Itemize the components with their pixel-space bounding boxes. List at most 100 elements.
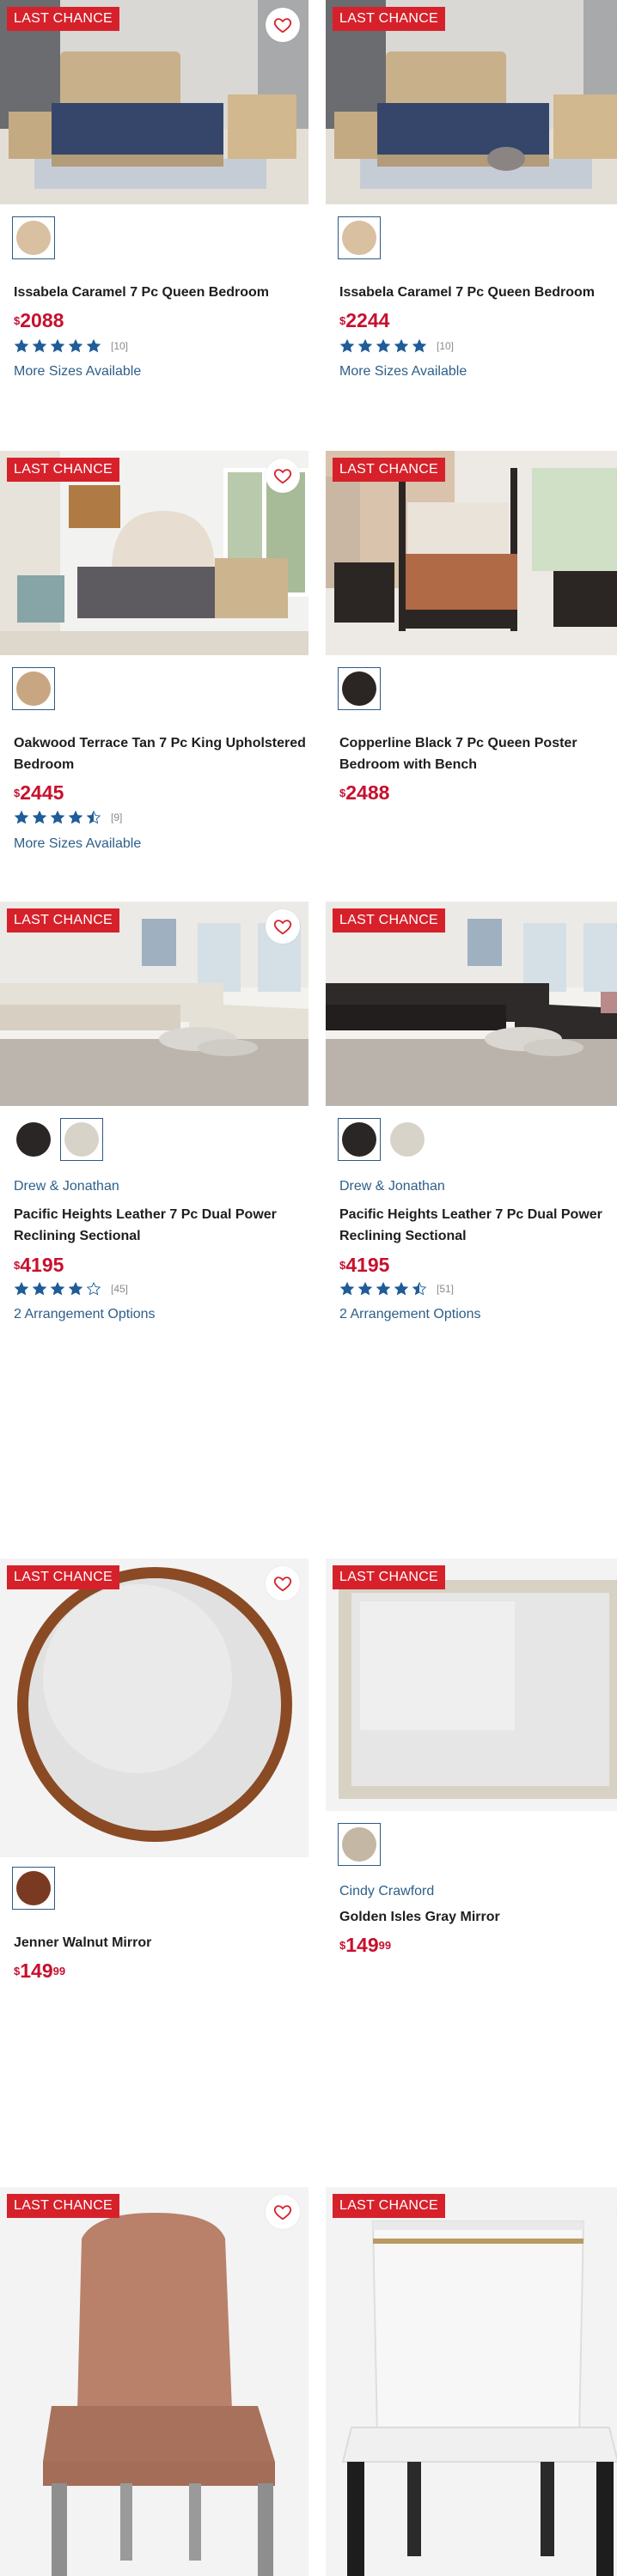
product-image[interactable]: LAST CHANCE — [326, 451, 617, 655]
wishlist-heart-icon[interactable] — [266, 2195, 300, 2229]
last-chance-badge: LAST CHANCE — [7, 7, 120, 31]
wishlist-heart-icon[interactable] — [266, 8, 300, 42]
star-icon — [86, 338, 101, 353]
more-sizes-link[interactable]: More Sizes Available — [14, 364, 141, 380]
wishlist-heart-icon[interactable] — [266, 909, 300, 944]
star-rating: [9] — [14, 810, 122, 825]
product-image[interactable]: LAST CHANCE — [326, 902, 617, 1106]
product-image[interactable]: LAST CHANCE — [0, 902, 308, 1106]
star-rating: [10] — [14, 338, 128, 354]
product-image[interactable]: LAST CHANCE — [0, 1558, 308, 1857]
product-card[interactable]: LAST CHANCE Oakwood Terrace Tan 7 Pc Kin… — [0, 451, 308, 851]
last-chance-badge: LAST CHANCE — [333, 908, 446, 933]
product-card[interactable]: LAST CHANCE Drew & Jonathan Pacific Heig… — [326, 902, 617, 1321]
last-chance-badge: LAST CHANCE — [333, 2194, 446, 2218]
star-icon — [50, 338, 65, 353]
product-card[interactable]: LAST CHANCE Copperline Black 7 Pc Queen … — [326, 451, 617, 804]
product-price: $2445 — [14, 781, 64, 804]
product-image[interactable]: LAST CHANCE — [0, 0, 308, 204]
star-icon — [376, 1281, 391, 1296]
last-chance-badge: LAST CHANCE — [7, 458, 120, 482]
last-chance-badge: LAST CHANCE — [7, 908, 120, 933]
review-count[interactable]: [9] — [111, 811, 122, 823]
product-image[interactable]: LAST CHANCE — [326, 0, 617, 204]
color-swatches — [12, 1118, 103, 1161]
product-image[interactable]: LAST CHANCE — [326, 1558, 617, 1811]
color-swatches — [12, 216, 55, 259]
product-title[interactable]: Issabela Caramel 7 Pc Queen Bedroom — [14, 282, 310, 303]
brand-name[interactable]: Drew & Jonathan — [339, 1179, 445, 1194]
color-swatch[interactable] — [338, 1118, 381, 1161]
color-swatches — [338, 667, 381, 710]
product-card[interactable]: LAST CHANCE — [0, 2187, 308, 2576]
product-price: $2088 — [14, 309, 64, 331]
star-icon — [412, 338, 427, 353]
star-icon — [86, 1281, 101, 1296]
star-icon — [14, 338, 29, 353]
star-icon — [32, 810, 47, 824]
more-sizes-link[interactable]: More Sizes Available — [14, 836, 141, 852]
product-card[interactable]: LAST CHANCE Drew & Jonathan Pacific Heig… — [0, 902, 308, 1321]
color-swatches — [12, 667, 55, 710]
product-image[interactable]: LAST CHANCE — [326, 2187, 617, 2576]
star-rating: [51] — [339, 1281, 454, 1297]
color-swatch[interactable] — [338, 216, 381, 259]
product-title[interactable]: Copperline Black 7 Pc Queen Poster Bedro… — [339, 732, 617, 775]
more-sizes-link[interactable]: More Sizes Available — [339, 364, 467, 380]
product-price: $14999 — [339, 1934, 392, 1956]
color-swatch[interactable] — [12, 1867, 55, 1910]
wishlist-heart-icon[interactable] — [266, 459, 300, 493]
product-price: $4195 — [339, 1254, 390, 1276]
product-title[interactable]: Issabela Caramel 7 Pc Queen Bedroom — [339, 282, 617, 303]
review-count[interactable]: [10] — [437, 340, 454, 352]
color-swatches — [338, 1823, 381, 1866]
star-icon — [339, 1281, 355, 1296]
star-rating: [10] — [339, 338, 454, 354]
review-count[interactable]: [10] — [111, 340, 128, 352]
color-swatch[interactable] — [386, 1118, 429, 1161]
color-swatch[interactable] — [12, 667, 55, 710]
product-title[interactable]: Pacific Heights Leather 7 Pc Dual Power … — [339, 1204, 617, 1247]
product-price: $4195 — [14, 1254, 64, 1276]
arrangement-options-link[interactable]: 2 Arrangement Options — [14, 1307, 156, 1322]
last-chance-badge: LAST CHANCE — [7, 1565, 120, 1589]
product-title[interactable]: Oakwood Terrace Tan 7 Pc King Upholstere… — [14, 732, 310, 775]
brand-name[interactable]: Drew & Jonathan — [14, 1179, 119, 1194]
product-card[interactable]: LAST CHANCE Cindy Crawford Golden Isles … — [326, 1558, 617, 1956]
color-swatch[interactable] — [338, 1823, 381, 1866]
product-card[interactable]: LAST CHANCE Jenner Walnut Mirror $14999 — [0, 1558, 308, 1982]
product-image[interactable]: LAST CHANCE — [0, 451, 308, 655]
star-icon — [339, 338, 355, 353]
color-swatch[interactable] — [12, 1118, 55, 1161]
product-card[interactable]: LAST CHANCE Issabela Caramel 7 Pc Queen … — [0, 0, 308, 379]
product-title[interactable]: Golden Isles Gray Mirror — [339, 1906, 617, 1928]
star-icon — [68, 810, 83, 824]
color-swatch[interactable] — [12, 216, 55, 259]
star-icon — [394, 1281, 409, 1296]
star-icon — [50, 1281, 65, 1296]
star-icon — [68, 1281, 83, 1296]
review-count[interactable]: [45] — [111, 1283, 128, 1295]
product-title[interactable]: Jenner Walnut Mirror — [14, 1932, 310, 1953]
star-icon — [14, 1281, 29, 1296]
product-price: $2488 — [339, 781, 390, 804]
review-count[interactable]: [51] — [437, 1283, 454, 1295]
last-chance-badge: LAST CHANCE — [333, 1565, 446, 1589]
wishlist-heart-icon[interactable] — [266, 1566, 300, 1601]
color-swatch[interactable] — [338, 667, 381, 710]
product-card[interactable]: LAST CHANCE — [326, 2187, 617, 2576]
star-icon — [32, 1281, 47, 1296]
star-icon — [32, 338, 47, 353]
product-price: $14999 — [14, 1959, 66, 1982]
color-swatches — [12, 1867, 55, 1910]
star-icon — [394, 338, 409, 353]
brand-name[interactable]: Cindy Crawford — [339, 1884, 434, 1899]
product-image[interactable]: LAST CHANCE — [0, 2187, 308, 2576]
last-chance-badge: LAST CHANCE — [7, 2194, 120, 2218]
star-icon — [68, 338, 83, 353]
color-swatch[interactable] — [60, 1118, 103, 1161]
product-card[interactable]: LAST CHANCE Issabela Caramel 7 Pc Queen … — [326, 0, 617, 379]
star-icon — [86, 810, 101, 824]
product-title[interactable]: Pacific Heights Leather 7 Pc Dual Power … — [14, 1204, 310, 1247]
arrangement-options-link[interactable]: 2 Arrangement Options — [339, 1307, 481, 1322]
